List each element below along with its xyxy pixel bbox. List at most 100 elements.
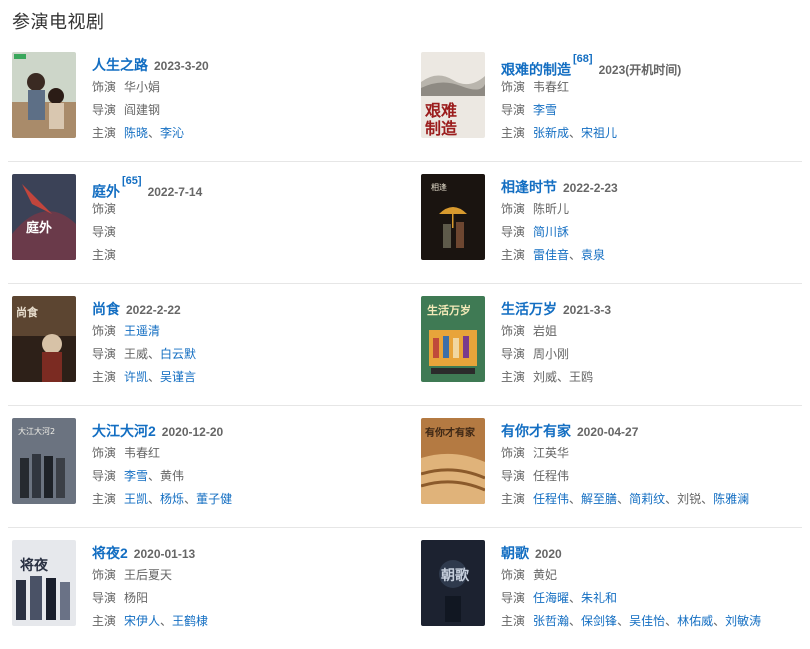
cast-label: 主演 — [92, 614, 117, 628]
separator: 、 — [569, 126, 582, 140]
cast-person-link[interactable]: 陈晓 — [124, 126, 148, 140]
director-label: 导演 — [501, 591, 526, 605]
separator: 、 — [148, 370, 161, 384]
cast-label: 主演 — [92, 370, 117, 384]
separator: 、 — [617, 492, 630, 506]
series-title-link[interactable]: 生活万岁 — [501, 301, 557, 317]
cast-line: 主演 任程伟、解至膳、简莉纹、刘锐、陈雅澜 — [501, 488, 810, 511]
cast-person-link[interactable]: 雷佳音 — [533, 248, 569, 262]
role-line: 饰演 韦春红 — [501, 76, 810, 99]
director-person-link[interactable]: 朱礼和 — [581, 591, 617, 605]
title-line: 人生之路 2023-3-20 — [92, 54, 402, 76]
cast-line: 主演 — [92, 244, 402, 267]
cast-person-link[interactable]: 刘敏涛 — [725, 614, 761, 628]
release-date: 2020 — [535, 547, 562, 561]
separator: 、 — [557, 370, 570, 384]
role-label: 饰演 — [92, 202, 117, 216]
series-title-link[interactable]: 人生之路 — [92, 57, 148, 73]
poster-dajiang[interactable]: 大江大河2 — [12, 418, 76, 504]
series-info: 有你才有家 2020-04-27 饰演 江英华 导演 任程伟 主演 任程伟、解至膳、简莉纹、刘… — [501, 420, 810, 511]
role-person-link[interactable]: 王遥清 — [124, 324, 160, 338]
series-title-link[interactable]: 庭外 — [92, 183, 120, 199]
cast-person-link[interactable]: 张新成 — [533, 126, 569, 140]
cast-person-link[interactable]: 袁泉 — [581, 248, 605, 262]
series-title-link[interactable]: 大江大河2 — [92, 423, 156, 439]
poster-zhaoge[interactable]: 朝歌 — [421, 540, 485, 626]
series-title-link[interactable]: 尚食 — [92, 301, 120, 317]
cast-label: 主演 — [92, 492, 117, 506]
cast-person-link[interactable]: 宋祖儿 — [581, 126, 617, 140]
cast-person-link[interactable]: 董子健 — [196, 492, 232, 506]
series-title-link[interactable]: 有你才有家 — [501, 423, 571, 439]
poster-xiangfeng[interactable]: 相逢 — [421, 174, 485, 260]
cast-person-link[interactable]: 简莉纹 — [629, 492, 665, 506]
series-row: 人生之路 2023-3-20 饰演 华小娟 导演 阎建钢 主演 陈晓、李沁 艰难 制造 艰难的制… — [8, 40, 802, 162]
title-line: 将夜2 2020-01-13 — [92, 542, 402, 564]
director-label: 导演 — [501, 347, 526, 361]
reference-link[interactable]: [65] — [122, 175, 142, 187]
poster-tingwai[interactable]: 庭外 — [12, 174, 76, 260]
poster-jiangye[interactable]: 将夜 — [12, 540, 76, 626]
cast-line: 主演 宋伊人、王鹤棣 — [92, 610, 402, 633]
cast-person-link[interactable]: 王鹤棣 — [172, 614, 208, 628]
poster-jiannan[interactable]: 艰难 制造 — [421, 52, 485, 138]
cast-person-link[interactable]: 许凯 — [124, 370, 148, 384]
role-person-name: 韦春红 — [124, 446, 161, 460]
director-line: 导演 周小刚 — [501, 343, 810, 366]
director-person-link[interactable]: 任海曜 — [533, 591, 569, 605]
separator: 、 — [148, 347, 161, 361]
director-person-link[interactable]: 李雪 — [124, 469, 148, 483]
reference-link[interactable]: [68] — [573, 53, 593, 65]
release-date: 2020-01-13 — [133, 547, 196, 561]
cast-person-link[interactable]: 任程伟 — [533, 492, 569, 506]
cast-line: 主演 张新成、宋祖儿 — [501, 122, 810, 145]
director-label: 导演 — [501, 103, 526, 117]
cast-line: 主演 雷佳音、袁泉 — [501, 244, 810, 267]
cast-line: 主演 刘威、王鸥 — [501, 366, 810, 389]
series-title-link[interactable]: 朝歌 — [501, 545, 529, 561]
cast-person-link[interactable]: 解至膳 — [581, 492, 617, 506]
cast-person-link[interactable]: 张哲瀚 — [533, 614, 569, 628]
director-person-link[interactable]: 简川訸 — [533, 225, 569, 239]
director-person-link[interactable]: 李雪 — [533, 103, 557, 117]
series-row: 将夜 将夜2 2020-01-13 饰演 王后夏天 导演 杨阳 主演 宋伊人、王鹤棣 朝歌 朝歌… — [8, 528, 802, 649]
cast-person-link[interactable]: 杨烁 — [160, 492, 184, 506]
director-line: 导演 杨阳 — [92, 587, 402, 610]
director-line: 导演 任程伟 — [501, 465, 810, 488]
role-label: 饰演 — [501, 324, 526, 338]
separator: 、 — [569, 492, 582, 506]
separator: 、 — [665, 614, 678, 628]
poster-shangshi[interactable]: 尚食 — [12, 296, 76, 382]
series-title-link[interactable]: 艰难的制造 — [501, 61, 571, 77]
cast-person-link[interactable]: 吴谨言 — [160, 370, 196, 384]
cast-person-link[interactable]: 陈雅澜 — [713, 492, 749, 506]
series-row: 庭外 庭外[65]2022-7-14 饰演 导演 主演 相逢 相逢时节 2022-2-23 饰… — [8, 162, 802, 284]
cast-person-link[interactable]: 王凯 — [124, 492, 148, 506]
series-card: 相逢 相逢时节 2022-2-23 饰演 陈昕儿 导演 简川訸 主演 雷佳音、袁泉 — [421, 174, 810, 272]
director-person-name: 王威 — [124, 347, 149, 361]
cast-label: 主演 — [501, 126, 526, 140]
series-info: 艰难的制造[68]2023(开机时间) 饰演 韦春红 导演 李雪 主演 张新成、宋祖儿 — [501, 53, 810, 145]
cast-person-link[interactable]: 保剑锋 — [581, 614, 617, 628]
director-person-link[interactable]: 白云默 — [160, 347, 196, 361]
role-person-name: 陈昕儿 — [533, 202, 570, 216]
series-card: 庭外 庭外[65]2022-7-14 饰演 导演 主演 — [12, 174, 407, 272]
poster-renshengzhilu[interactable] — [12, 52, 76, 138]
cast-person-name: 刘威 — [533, 370, 558, 384]
series-title-link[interactable]: 相逢时节 — [501, 179, 557, 195]
poster-youni[interactable]: 有你才有家 — [421, 418, 485, 504]
svg-text:尚食: 尚食 — [16, 305, 39, 319]
cast-person-link[interactable]: 林佑威 — [677, 614, 713, 628]
cast-person-link[interactable]: 吴佳怡 — [629, 614, 665, 628]
cast-label: 主演 — [501, 370, 526, 384]
separator: 、 — [184, 492, 197, 506]
director-line: 导演 李雪、黄伟 — [92, 465, 402, 488]
poster-shenghuo[interactable]: 生活万岁 — [421, 296, 485, 382]
director-line: 导演 — [92, 221, 402, 244]
cast-person-link[interactable]: 宋伊人 — [124, 614, 160, 628]
section-title: 参演电视剧 — [12, 12, 105, 32]
series-title-link[interactable]: 将夜2 — [92, 545, 128, 561]
cast-person-link[interactable]: 李沁 — [160, 126, 184, 140]
series-card: 朝歌 朝歌 2020 饰演 黄妃 导演 任海曜、朱礼和 主演 张哲瀚、保剑锋、吴佳怡、林佑威、… — [421, 540, 810, 638]
role-line: 饰演 韦春红 — [92, 442, 402, 465]
